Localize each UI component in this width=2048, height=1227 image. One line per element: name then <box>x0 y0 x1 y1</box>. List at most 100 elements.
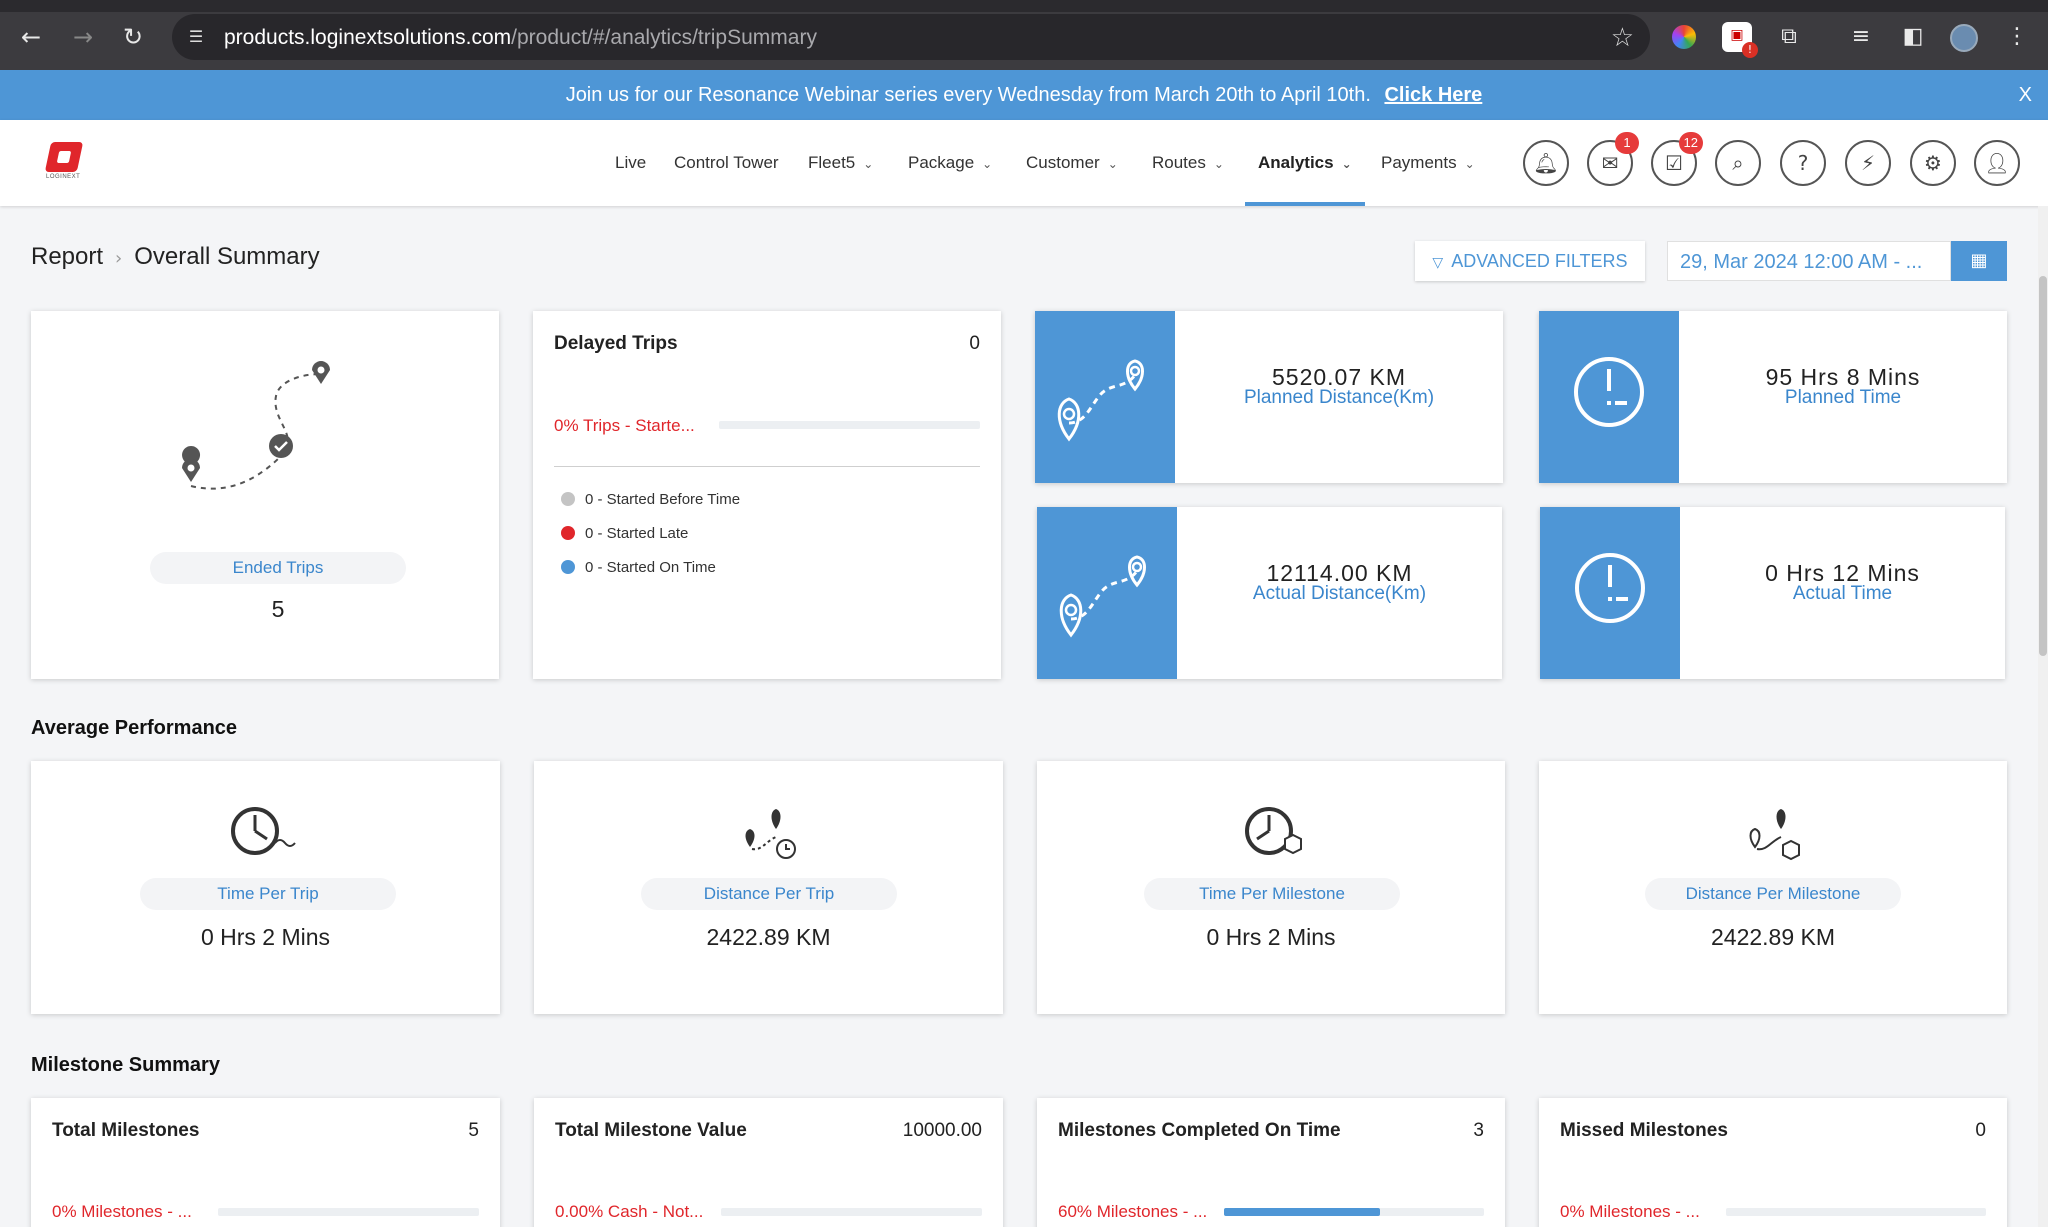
distance-per-milestone-label: Distance Per Milestone <box>1645 878 1901 910</box>
actual-distance-label: Actual Distance(Km) <box>1252 583 1427 604</box>
chevron-down-icon: ⌄ <box>982 157 993 171</box>
banner-close-button[interactable]: X <box>2019 70 2032 120</box>
back-icon[interactable]: ← <box>16 22 46 52</box>
legend-dot <box>561 492 575 506</box>
nav-customer[interactable]: Customer ⌄ <box>1026 120 1118 206</box>
task-count-badge: 12 <box>1678 132 1703 154</box>
milestone-card-status: 0% Milestones - ... <box>1560 1202 1700 1221</box>
browser-menu-icon[interactable]: ⋮ <box>2002 22 2032 52</box>
nav-live[interactable]: Live <box>615 120 646 206</box>
section-title: Milestone Summary <box>31 1054 220 1076</box>
profile-avatar[interactable] <box>1950 24 1978 52</box>
site-settings-icon[interactable]: ☰ <box>184 25 208 49</box>
chevron-down-icon: ⌄ <box>863 157 874 171</box>
scrollbar-thumb[interactable] <box>2039 276 2047 656</box>
breadcrumb: Report › Overall Summary <box>31 243 320 271</box>
time-per-trip-card: Time Per Trip 0 Hrs 2 Mins <box>31 761 500 1014</box>
legend-dot <box>561 526 575 540</box>
stopwatch-icon <box>231 807 296 855</box>
page-scrollbar[interactable] <box>2038 206 2048 1227</box>
milestone-card-title: Missed Milestones <box>1560 1120 1728 1141</box>
filter-icon: ▽ <box>1432 255 1444 271</box>
distance-box-icon <box>1749 809 1800 861</box>
chevron-right-icon: › <box>115 248 123 269</box>
loginext-logo[interactable]: LOGINEXT <box>44 142 88 182</box>
time-per-trip-label: Time Per Trip <box>140 878 396 910</box>
extensions-puzzle-icon[interactable]: ⧉ <box>1774 22 1804 52</box>
distance-per-milestone-card: Distance Per Milestone 2422.89 KM <box>1539 761 2007 1014</box>
nav-routes[interactable]: Routes ⌄ <box>1152 120 1224 206</box>
distance-panel <box>1037 507 1177 679</box>
milestone-card-title: Total Milestones <box>52 1120 200 1141</box>
map-route-icon <box>1059 555 1146 638</box>
milestone-card: Missed Milestones 0 0% Milestones - ... <box>1539 1098 2007 1227</box>
milestone-card: Total Milestone Value 10000.00 0.00% Cas… <box>534 1098 1003 1227</box>
nav-payments[interactable]: Payments ⌄ <box>1381 120 1475 206</box>
ended-trips-card: Ended Trips 5 <box>31 311 499 679</box>
planned-distance-label: Planned Distance(Km) <box>1243 387 1435 408</box>
forward-icon[interactable]: → <box>68 22 98 52</box>
distance-per-trip-label: Distance Per Trip <box>641 878 897 910</box>
calendar-icon[interactable]: ▦ <box>1951 241 2007 281</box>
ended-trips-value: 5 <box>271 596 285 622</box>
chat-icon[interactable]: ✉ 1 <box>1587 132 1639 186</box>
breadcrumb-report[interactable]: Report <box>31 243 103 270</box>
url-text[interactable]: products.loginextsolutions.com/product/#… <box>224 26 817 50</box>
legend-item: 0 - Started Before Time <box>561 491 740 508</box>
help-icon[interactable]: ? <box>1780 140 1826 186</box>
distance-per-trip-card: Distance Per Trip 2422.89 KM <box>534 761 1003 1014</box>
actual-time-label: Actual Time <box>1792 583 1893 604</box>
planned-distance-card: 5520.07 KM Planned Distance(Km) <box>1035 311 1503 483</box>
extension-icon[interactable]: ▣! <box>1722 22 1758 58</box>
milestone-progress-bar <box>1726 1208 1986 1216</box>
stopwatch-box-icon <box>1245 807 1302 855</box>
reading-list-icon[interactable]: ≡ <box>1846 22 1876 52</box>
time-per-milestone-card: Time Per Milestone 0 Hrs 2 Mins <box>1037 761 1505 1014</box>
map-route-icon <box>1057 359 1144 442</box>
side-panel-icon[interactable]: ◧ <box>1898 22 1928 52</box>
chevron-down-icon: ⌄ <box>1213 157 1224 171</box>
chevron-down-icon: ⌄ <box>1464 157 1475 171</box>
time-panel <box>1539 311 1679 483</box>
clock-icon <box>1575 553 1645 623</box>
legend-item: 0 - Started Late <box>561 525 688 542</box>
bell-icon[interactable]: 🔔︎ <box>1523 140 1569 186</box>
advanced-filters-button[interactable]: ▽ ADVANCED FILTERS <box>1415 241 1645 281</box>
milestone-progress-bar <box>218 1208 479 1216</box>
chevron-down-icon: ⌄ <box>1107 157 1118 171</box>
search-icon[interactable]: ⌕ <box>1715 140 1761 186</box>
gear-icon[interactable]: ⚙ <box>1910 140 1956 186</box>
delayed-trips-card: Delayed Trips 0 0% Trips - Starte... 0 -… <box>533 311 1001 679</box>
banner-link[interactable]: Click Here <box>1384 84 1482 106</box>
distance-per-milestone-value: 2422.89 KM <box>1710 924 1836 950</box>
date-range-field[interactable]: 29, Mar 2024 12:00 AM - ... <box>1667 241 1951 281</box>
milestone-card: Total Milestones 5 0% Milestones - ... <box>31 1098 500 1227</box>
nav-package[interactable]: Package ⌄ <box>908 120 992 206</box>
milestone-progress-bar <box>1224 1208 1484 1216</box>
nav-control-tower[interactable]: Control Tower <box>674 120 779 206</box>
bookmark-star-icon[interactable]: ☆ <box>1611 23 1634 53</box>
milestone-card-status: 0% Milestones - ... <box>52 1202 192 1221</box>
time-panel <box>1540 507 1680 679</box>
browser-toolbar: ← → ↻ ☰ products.loginextsolutions.com/p… <box>0 0 2048 70</box>
time-per-milestone-value: 0 Hrs 2 Mins <box>1206 924 1336 950</box>
lightning-icon[interactable]: ⚡︎ <box>1845 140 1891 186</box>
milestone-card-status: 60% Milestones - ... <box>1058 1202 1208 1221</box>
tasks-icon[interactable]: ☑ 12 <box>1651 132 1703 186</box>
time-per-trip-value: 0 Hrs 2 Mins <box>200 924 331 950</box>
milestone-progress-fill <box>1224 1208 1380 1216</box>
nav-fleet[interactable]: Fleet5 ⌄ <box>808 120 873 206</box>
chevron-down-icon: ⌄ <box>1341 157 1352 171</box>
reload-icon[interactable]: ↻ <box>118 22 148 52</box>
milestone-card-title: Total Milestone Value <box>555 1120 747 1141</box>
address-bar[interactable]: ☰ products.loginextsolutions.com/product… <box>172 14 1650 60</box>
user-icon[interactable]: 👤︎ <box>1974 140 2020 186</box>
color-extension-icon[interactable] <box>1672 25 1696 49</box>
delayed-trips-title: Delayed Trips <box>554 333 678 354</box>
nav-analytics[interactable]: Analytics ⌄ <box>1245 120 1365 206</box>
ended-trips-label: Ended Trips <box>150 552 406 584</box>
delayed-trips-count: 0 <box>969 333 980 354</box>
distance-pin-icon <box>745 809 796 859</box>
distance-per-trip-value: 2422.89 KM <box>706 924 831 950</box>
distance-panel <box>1035 311 1175 483</box>
